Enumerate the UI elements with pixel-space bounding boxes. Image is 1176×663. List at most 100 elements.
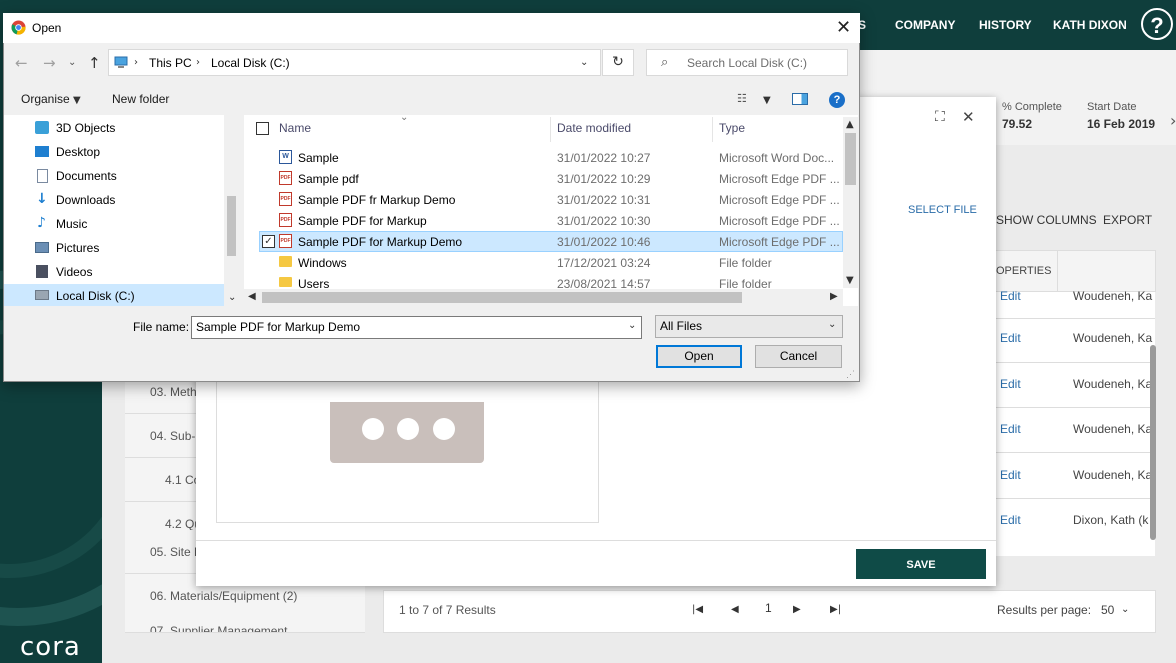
edit-link[interactable]: Edit <box>1000 331 1021 345</box>
music-icon: ♪ <box>37 215 46 231</box>
nav-item-3d-objects[interactable]: 3D Objects <box>56 116 115 140</box>
column-header-date-modified[interactable]: Date modified <box>557 121 631 135</box>
videos-icon <box>36 265 48 278</box>
cancel-button[interactable]: Cancel <box>755 345 842 368</box>
breadcrumb-local-disk[interactable]: Local Disk (C:) <box>211 56 290 70</box>
edit-link[interactable]: Edit <box>1000 289 1021 303</box>
file-date: 31/01/2022 10:27 <box>557 151 651 165</box>
column-header-type[interactable]: Type <box>719 121 745 135</box>
file-name-input[interactable]: Sample PDF for Markup Demo <box>191 316 642 339</box>
forward-icon[interactable]: → <box>43 54 56 72</box>
folder-icon <box>279 256 292 267</box>
edit-link[interactable]: Edit <box>1000 513 1021 527</box>
file-type: File folder <box>719 256 772 270</box>
nav-item-company[interactable]: COMPANY <box>895 18 955 32</box>
dialog-titlebar[interactable] <box>3 13 860 43</box>
breadcrumb-separator-icon: › <box>134 57 138 68</box>
sort-indicator-icon: ⌄ <box>400 112 409 123</box>
nav-item-history[interactable]: HISTORY <box>979 18 1032 32</box>
show-columns-button[interactable]: SHOW COLUMNS <box>996 213 1097 227</box>
scroll-down-icon[interactable]: ▼ <box>846 275 854 286</box>
new-folder-button[interactable]: New folder <box>112 92 169 106</box>
documents-icon <box>37 169 48 183</box>
nav-item-videos[interactable]: Videos <box>56 260 92 284</box>
file-type: Microsoft Edge PDF ... <box>719 193 840 207</box>
up-icon[interactable]: ↑ <box>88 54 101 72</box>
nav-item-local-disk[interactable]: Local Disk (C:) <box>56 284 135 308</box>
pdf-file-icon: PDF <box>279 171 292 185</box>
help-icon[interactable]: ? <box>829 92 845 108</box>
prev-page-icon[interactable]: ◀ <box>731 604 739 615</box>
downloads-icon: ↓ <box>36 191 48 207</box>
file-type-filter[interactable]: All Files <box>655 315 843 338</box>
file-name: Sample pdf <box>298 172 359 186</box>
open-button[interactable]: Open <box>656 345 742 368</box>
edit-link[interactable]: Edit <box>1000 468 1021 482</box>
nav-item-downloads[interactable]: Downloads <box>56 188 115 212</box>
pictures-icon <box>35 242 49 253</box>
breadcrumb-this-pc[interactable]: This PC <box>149 56 192 70</box>
scroll-left-icon[interactable]: ◀ <box>248 291 256 302</box>
scroll-down-icon[interactable]: ⌄ <box>228 292 236 303</box>
pdf-file-icon: PDF <box>279 213 292 227</box>
search-input[interactable]: Search Local Disk (C:) <box>687 56 807 70</box>
nav-item-user[interactable]: KATH DIXON <box>1053 18 1127 32</box>
chevron-down-icon[interactable]: ⌄ <box>1121 604 1129 615</box>
file-date: 17/12/2021 03:24 <box>557 256 651 270</box>
nav-item-documents[interactable]: Documents <box>56 164 117 188</box>
organise-button[interactable]: Organise <box>21 92 70 106</box>
chevron-down-icon[interactable]: ⌄ <box>580 57 588 68</box>
owner-cell: Woudeneh, Ka <box>1073 289 1153 303</box>
pc-icon <box>114 56 128 68</box>
save-button[interactable]: SAVE <box>856 549 986 579</box>
expand-icon[interactable]: ⛶ <box>935 109 945 125</box>
nav-item-music[interactable]: Music <box>56 212 87 236</box>
stat-label-complete: % Complete <box>1002 101 1062 113</box>
column-header-properties[interactable]: OPERTIES <box>996 265 1051 277</box>
recent-locations-icon[interactable]: ⌄ <box>68 57 76 68</box>
close-icon[interactable]: ✕ <box>962 108 975 126</box>
edit-link[interactable]: Edit <box>1000 422 1021 436</box>
close-icon[interactable]: ✕ <box>836 17 851 38</box>
back-icon[interactable]: ← <box>15 54 28 72</box>
chevron-down-icon[interactable]: ▼ <box>73 95 81 106</box>
scroll-up-icon[interactable]: ▲ <box>846 119 854 130</box>
refresh-icon[interactable]: ↻ <box>602 49 634 76</box>
results-per-page-select[interactable]: 50 <box>1101 603 1114 617</box>
scroll-right-icon[interactable]: ▶ <box>830 291 838 302</box>
tree-item[interactable]: 07. Supplier Management <box>125 612 365 633</box>
file-name: Sample PDF for Markup <box>298 214 427 228</box>
column-header-name[interactable]: Name <box>279 121 311 135</box>
current-page[interactable]: 1 <box>765 601 772 615</box>
owner-cell: Dixon, Kath (k <box>1073 513 1149 527</box>
view-options-icon[interactable]: ☷ <box>737 92 747 105</box>
nav-item-pictures[interactable]: Pictures <box>56 236 99 260</box>
chevron-down-icon[interactable]: ▼ <box>763 95 771 106</box>
table-scrollbar[interactable] <box>1150 345 1156 540</box>
owner-cell: Woudeneh, Ka <box>1073 468 1153 482</box>
results-summary: 1 to 7 of 7 Results <box>399 603 496 617</box>
breadcrumb-separator-icon: › <box>196 57 200 68</box>
preview-pane-icon[interactable] <box>792 93 808 105</box>
select-all-checkbox[interactable] <box>256 122 269 135</box>
edit-link[interactable]: Edit <box>1000 377 1021 391</box>
file-type: Microsoft Word Doc... <box>719 151 835 165</box>
hscroll-thumb[interactable] <box>262 292 742 303</box>
chevron-down-icon[interactable]: ⌄ <box>628 320 636 331</box>
nav-item-desktop[interactable]: Desktop <box>56 140 100 164</box>
next-page-icon[interactable]: ▶ <box>793 604 801 615</box>
file-date: 31/01/2022 10:46 <box>557 235 651 249</box>
vscroll-thumb[interactable] <box>845 133 856 185</box>
close-icon[interactable]: › <box>1170 111 1176 130</box>
row-checkbox-checked[interactable]: ✓ <box>262 235 275 248</box>
help-icon[interactable]: ? <box>1141 8 1173 40</box>
chevron-down-icon[interactable]: ⌄ <box>828 319 836 330</box>
file-type: Microsoft Edge PDF ... <box>719 172 840 186</box>
file-name: Sample <box>298 151 339 165</box>
resize-grip-icon[interactable]: ⋰ <box>846 369 855 380</box>
export-button[interactable]: EXPORT <box>1103 213 1152 227</box>
first-page-icon[interactable]: |◀ <box>692 604 703 615</box>
select-file-button[interactable]: SELECT FILE <box>908 204 977 216</box>
last-page-icon[interactable]: ▶| <box>830 604 841 615</box>
file-name: Sample PDF fr Markup Demo <box>298 193 456 207</box>
